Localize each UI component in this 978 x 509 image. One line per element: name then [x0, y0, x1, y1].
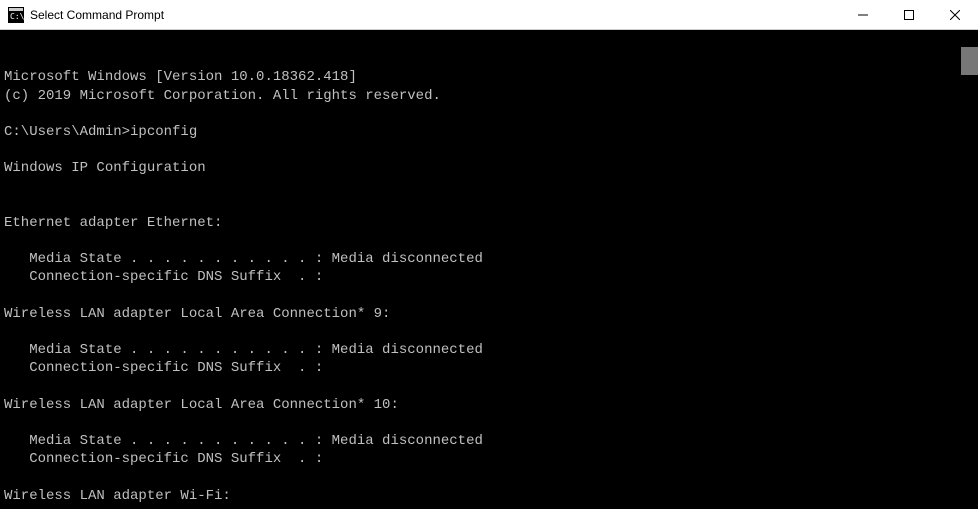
terminal-line — [4, 178, 974, 196]
terminal-line — [4, 323, 974, 341]
window-title: Select Command Prompt — [30, 8, 840, 22]
terminal-line: Wireless LAN adapter Local Area Connecti… — [4, 305, 974, 323]
terminal-output[interactable]: Microsoft Windows [Version 10.0.18362.41… — [0, 30, 978, 509]
terminal-line: Microsoft Windows [Version 10.0.18362.41… — [4, 68, 974, 86]
scroll-track[interactable] — [961, 47, 978, 509]
maximize-button[interactable] — [886, 0, 932, 29]
terminal-line — [4, 287, 974, 305]
cmd-icon: C:\ — [8, 7, 24, 23]
terminal-line — [4, 232, 974, 250]
terminal-line — [4, 378, 974, 396]
titlebar: C:\ Select Command Prompt — [0, 0, 978, 30]
terminal-line: (c) 2019 Microsoft Corporation. All righ… — [4, 87, 974, 105]
terminal-line — [4, 105, 974, 123]
terminal-line: Wireless LAN adapter Wi-Fi: — [4, 487, 974, 505]
close-button[interactable] — [932, 0, 978, 29]
terminal-line: Connection-specific DNS Suffix . : — [4, 268, 974, 286]
scrollbar[interactable] — [961, 30, 978, 509]
window-controls — [840, 0, 978, 29]
terminal-line — [4, 505, 974, 509]
terminal-line — [4, 414, 974, 432]
terminal-line: Media State . . . . . . . . . . . : Medi… — [4, 341, 974, 359]
terminal-line: Connection-specific DNS Suffix . : — [4, 450, 974, 468]
svg-text:C:\: C:\ — [10, 12, 24, 21]
terminal-line — [4, 141, 974, 159]
terminal-line: Ethernet adapter Ethernet: — [4, 214, 974, 232]
terminal-line: Media State . . . . . . . . . . . : Medi… — [4, 432, 974, 450]
minimize-button[interactable] — [840, 0, 886, 29]
terminal-line — [4, 196, 974, 214]
terminal-line: Wireless LAN adapter Local Area Connecti… — [4, 396, 974, 414]
terminal-line: Media State . . . . . . . . . . . : Medi… — [4, 250, 974, 268]
terminal-line: C:\Users\Admin>ipconfig — [4, 123, 974, 141]
terminal-line: Connection-specific DNS Suffix . : — [4, 359, 974, 377]
terminal-line — [4, 469, 974, 487]
scroll-thumb[interactable] — [961, 47, 978, 75]
terminal-line: Windows IP Configuration — [4, 159, 974, 177]
